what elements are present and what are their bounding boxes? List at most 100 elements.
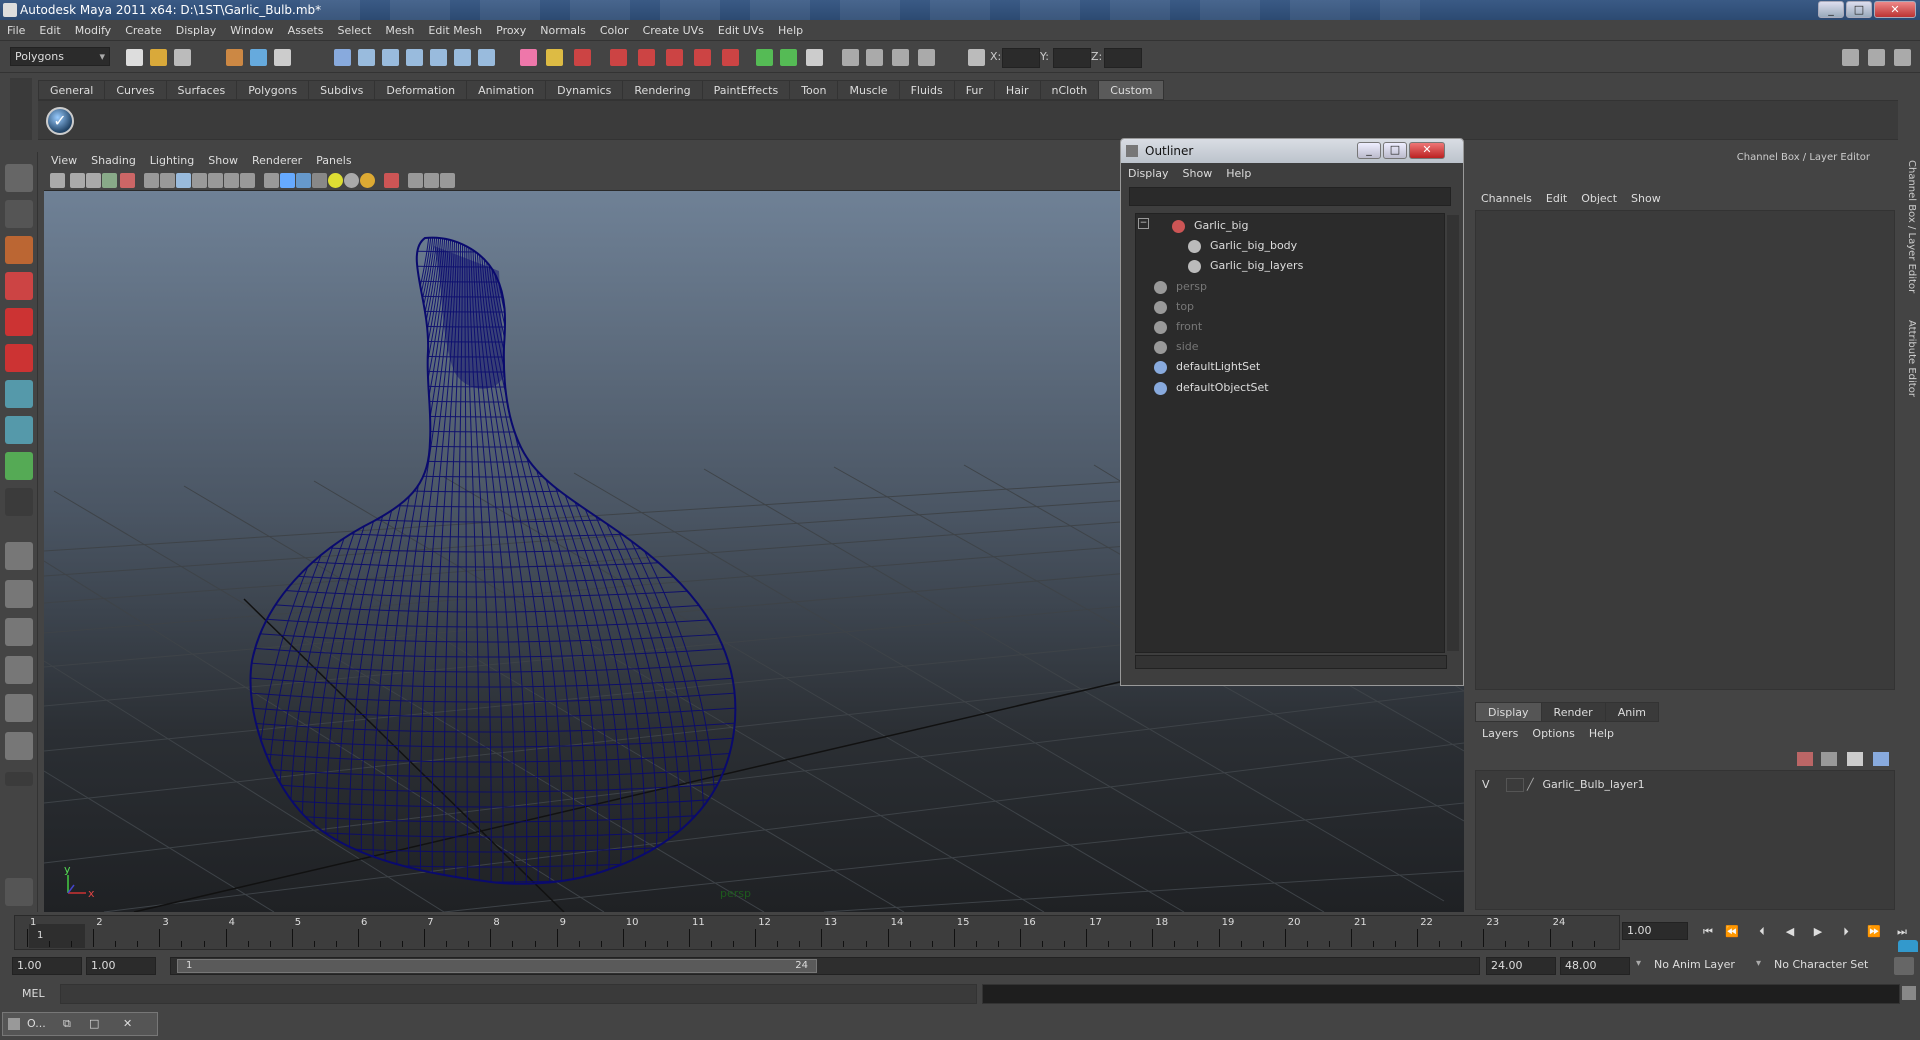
all-lights-icon[interactable] bbox=[344, 173, 359, 188]
shelf-grip[interactable] bbox=[10, 78, 32, 140]
shelf-tab-fur[interactable]: Fur bbox=[953, 80, 995, 100]
rotate-tool-icon[interactable] bbox=[5, 308, 33, 336]
step-back-frame-button[interactable]: ⏴ bbox=[1752, 924, 1772, 940]
shelf-tab-surfaces[interactable]: Surfaces bbox=[165, 80, 238, 100]
y-field[interactable] bbox=[1053, 48, 1091, 68]
time-slider[interactable]: 1 1 2 3 4 5 6 7 8 9 10 11 12 13 14 15 16 17 18 19 20 21 22 23 2… bbox=[14, 915, 1620, 950]
menu-edit[interactable]: Edit bbox=[32, 20, 67, 41]
menu-color[interactable]: Color bbox=[593, 20, 636, 41]
character-set-dropdown[interactable]: No Character Set bbox=[1770, 957, 1890, 975]
shadows-icon[interactable] bbox=[360, 173, 375, 188]
safe-title-icon[interactable] bbox=[240, 173, 255, 188]
layout-more-icon[interactable] bbox=[5, 772, 33, 786]
new-layer-selected-icon[interactable] bbox=[1821, 752, 1837, 766]
render-settings-icon[interactable] bbox=[666, 49, 683, 66]
snap-view-icon[interactable] bbox=[478, 49, 495, 66]
isolate-select-icon[interactable] bbox=[384, 173, 399, 188]
move-layer-down-icon[interactable] bbox=[1873, 752, 1889, 766]
lock-icon[interactable] bbox=[546, 49, 563, 66]
textured-icon[interactable] bbox=[312, 173, 327, 188]
shelf-tab-deformation[interactable]: Deformation bbox=[374, 80, 468, 100]
shelf-tab-rendering[interactable]: Rendering bbox=[622, 80, 703, 100]
transform-field-icon[interactable] bbox=[968, 49, 985, 66]
anim-layer-dropdown[interactable]: No Anim Layer bbox=[1650, 957, 1750, 975]
scale-tool-icon[interactable] bbox=[5, 344, 33, 372]
image-plane-icon[interactable] bbox=[102, 173, 117, 188]
outliner-item-garlic-big-layers[interactable]: Garlic_big_layers bbox=[1188, 256, 1303, 276]
layer-tab-render[interactable]: Render bbox=[1540, 702, 1606, 722]
menu-normals[interactable]: Normals bbox=[533, 20, 593, 41]
outliner-item-defaultobjectset[interactable]: defaultObjectSet bbox=[1154, 378, 1269, 398]
layer-visibility-toggle[interactable]: V bbox=[1482, 775, 1502, 795]
menu-create-uvs[interactable]: Create UVs bbox=[636, 20, 711, 41]
range-slider[interactable]: 1 24 bbox=[170, 957, 1480, 975]
attribute-editor-side-tab[interactable]: Attribute Editor bbox=[1901, 320, 1917, 397]
menu-proxy[interactable]: Proxy bbox=[489, 20, 533, 41]
layer-type-toggle[interactable] bbox=[1505, 778, 1524, 792]
safe-action-icon[interactable] bbox=[224, 173, 239, 188]
restore-window-icon[interactable]: ⧉ bbox=[63, 1013, 71, 1035]
command-language-label[interactable]: MEL bbox=[22, 987, 45, 1000]
outliner-item-garlic-big[interactable]: Garlic_big bbox=[1172, 216, 1248, 236]
menu-set-dropdown[interactable]: Polygons bbox=[10, 47, 110, 66]
new-layer-icon[interactable] bbox=[1797, 752, 1813, 766]
menu-modify[interactable]: Modify bbox=[68, 20, 118, 41]
persp-graph-layout-icon[interactable] bbox=[5, 656, 33, 684]
menu-display[interactable]: Display bbox=[169, 20, 224, 41]
outliner-item-front[interactable]: front bbox=[1154, 317, 1202, 337]
shelf-tab-animation[interactable]: Animation bbox=[466, 80, 547, 100]
layer-row[interactable]: V ╱ Garlic_Bulb_layer1 bbox=[1482, 775, 1645, 795]
outliner-item-persp[interactable]: persp bbox=[1154, 277, 1207, 297]
maximize-button[interactable]: □ bbox=[1846, 1, 1872, 18]
z-field[interactable] bbox=[1104, 48, 1142, 68]
outliner-toggle-icon[interactable] bbox=[918, 49, 935, 66]
camera-attributes-icon[interactable] bbox=[70, 173, 85, 188]
high-quality-icon[interactable] bbox=[440, 173, 455, 188]
wireframe-on-shaded-icon[interactable] bbox=[296, 173, 311, 188]
field-chart-icon[interactable] bbox=[208, 173, 223, 188]
outliner-maximize-button[interactable]: □ bbox=[1383, 142, 1407, 159]
anim-layer-chevron-icon[interactable]: ▾ bbox=[1636, 958, 1641, 969]
layer-editor-icon[interactable] bbox=[892, 49, 909, 66]
single-perspective-layout-icon[interactable] bbox=[5, 542, 33, 570]
menu-edit-mesh[interactable]: Edit Mesh bbox=[421, 20, 489, 41]
viewport-menu-renderer[interactable]: Renderer bbox=[245, 151, 309, 170]
playback-end-field[interactable]: 24.00 bbox=[1486, 957, 1556, 975]
play-forwards-button[interactable]: ▶ bbox=[1808, 924, 1828, 940]
maximize-window-icon[interactable]: □ bbox=[89, 1013, 99, 1035]
viewport-menu-show[interactable]: Show bbox=[201, 151, 245, 170]
step-forward-key-button[interactable]: ⏩ bbox=[1864, 924, 1884, 940]
history-icon[interactable] bbox=[574, 49, 591, 66]
snap-curve-icon[interactable] bbox=[358, 49, 375, 66]
film-gate-icon[interactable] bbox=[160, 173, 175, 188]
input-line-icon[interactable] bbox=[756, 49, 773, 66]
resolution-gate-icon[interactable] bbox=[176, 173, 191, 188]
render-frame-icon[interactable] bbox=[610, 49, 627, 66]
move-layer-up-icon[interactable] bbox=[1847, 752, 1863, 766]
layer-color-icon[interactable]: ╱ bbox=[1527, 775, 1539, 795]
shelf-tab-custom[interactable]: Custom bbox=[1098, 80, 1165, 100]
range-slider-thumb[interactable]: 1 24 bbox=[177, 959, 817, 973]
collapse-toggle-icon[interactable]: − bbox=[1138, 218, 1149, 229]
outliner-item-defaultlightset[interactable]: defaultLightSet bbox=[1154, 357, 1260, 377]
menu-select[interactable]: Select bbox=[330, 20, 378, 41]
menu-assets[interactable]: Assets bbox=[281, 20, 331, 41]
render-view-icon[interactable] bbox=[722, 49, 739, 66]
hypershade-icon[interactable] bbox=[694, 49, 711, 66]
snap-surface-icon[interactable] bbox=[430, 49, 447, 66]
menu-file[interactable]: File bbox=[0, 20, 32, 41]
outliner-vertical-scrollbar[interactable] bbox=[1447, 215, 1459, 651]
viewport-menu-panels[interactable]: Panels bbox=[309, 151, 358, 170]
persp-hypershade-layout-icon[interactable] bbox=[5, 694, 33, 722]
lasso-tool-icon[interactable] bbox=[5, 200, 33, 228]
outliner-item-top[interactable]: top bbox=[1154, 297, 1194, 317]
layer-menu-options[interactable]: Options bbox=[1525, 724, 1581, 744]
checkmark-shelf-icon[interactable]: ✓ bbox=[46, 107, 74, 135]
outliner-filter-field[interactable] bbox=[1129, 187, 1451, 206]
list-panel-icon[interactable] bbox=[1894, 49, 1911, 66]
animation-start-field[interactable]: 1.00 bbox=[12, 957, 82, 975]
outliner-item-side[interactable]: side bbox=[1154, 337, 1199, 357]
viewport-menu-lighting[interactable]: Lighting bbox=[143, 151, 201, 170]
two-d-pan-icon[interactable] bbox=[120, 173, 135, 188]
shelf-tab-muscle[interactable]: Muscle bbox=[837, 80, 900, 100]
